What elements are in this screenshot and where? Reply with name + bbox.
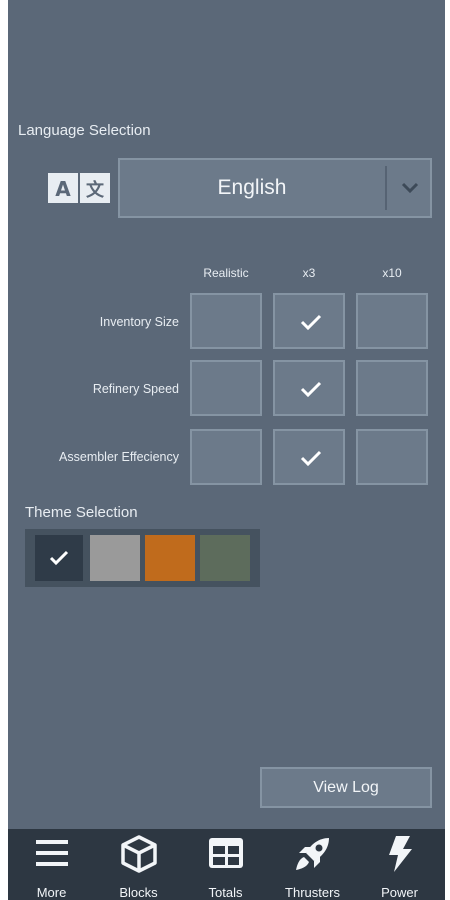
row-label-inventory-size: Inventory Size xyxy=(99,315,179,329)
svg-text:A: A xyxy=(55,177,71,201)
rocket-icon xyxy=(295,838,329,870)
nav-more[interactable]: More xyxy=(8,829,95,900)
theme-section-title: Theme Selection xyxy=(25,504,138,521)
row-label-refinery-speed: Refinery Speed xyxy=(92,382,179,396)
theme-swatch-gray[interactable] xyxy=(90,535,140,581)
theme-swatch-orange[interactable] xyxy=(145,535,195,581)
language-selected-value: English xyxy=(217,176,287,199)
cube-icon xyxy=(120,835,157,873)
option-assembler-realistic[interactable] xyxy=(190,429,262,485)
translate-icon: A 文 xyxy=(48,173,110,203)
svg-text:文: 文 xyxy=(86,179,105,201)
check-icon xyxy=(300,314,322,331)
nav-thrusters-label: Thrusters xyxy=(285,885,340,900)
nav-thrusters[interactable]: Thrusters xyxy=(269,829,356,900)
option-refinery-x10[interactable] xyxy=(356,360,428,416)
bottom-navigation: More Blocks Totals Thrusters Power xyxy=(8,829,445,900)
check-icon xyxy=(49,550,69,566)
row-label-assembler-efficiency: Assembler Effeciency xyxy=(59,450,179,464)
option-refinery-realistic[interactable] xyxy=(190,360,262,416)
option-assembler-x3[interactable] xyxy=(273,429,345,485)
chevron-down-icon xyxy=(401,182,419,194)
nav-totals-label: Totals xyxy=(208,885,243,900)
option-inventory-realistic[interactable] xyxy=(190,293,262,349)
option-refinery-x3[interactable] xyxy=(273,360,345,416)
language-section-title: Language Selection xyxy=(18,122,151,139)
language-dropdown[interactable]: English xyxy=(118,158,432,218)
option-inventory-x3[interactable] xyxy=(273,293,345,349)
column-header-x3: x3 xyxy=(302,266,316,280)
nav-totals[interactable]: Totals xyxy=(182,829,269,900)
nav-power-label: Power xyxy=(381,885,418,900)
settings-screen: Language Selection A 文 English Realistic… xyxy=(8,0,445,900)
check-icon xyxy=(300,450,322,467)
view-log-button[interactable]: View Log xyxy=(260,767,432,808)
grid-icon xyxy=(208,838,243,868)
nav-blocks-label: Blocks xyxy=(119,885,158,900)
column-header-x10: x10 xyxy=(382,266,402,280)
theme-swatch-bar xyxy=(25,529,260,587)
dropdown-divider xyxy=(385,166,387,210)
nav-blocks[interactable]: Blocks xyxy=(95,829,182,900)
menu-icon xyxy=(35,840,68,866)
nav-power[interactable]: Power xyxy=(356,829,443,900)
option-inventory-x10[interactable] xyxy=(356,293,428,349)
option-assembler-x10[interactable] xyxy=(356,429,428,485)
check-icon xyxy=(300,381,322,398)
column-header-realistic: Realistic xyxy=(203,266,249,280)
lightning-icon xyxy=(388,836,412,872)
nav-more-label: More xyxy=(36,885,67,900)
theme-swatch-dark[interactable] xyxy=(35,535,83,581)
theme-swatch-green[interactable] xyxy=(200,535,250,581)
